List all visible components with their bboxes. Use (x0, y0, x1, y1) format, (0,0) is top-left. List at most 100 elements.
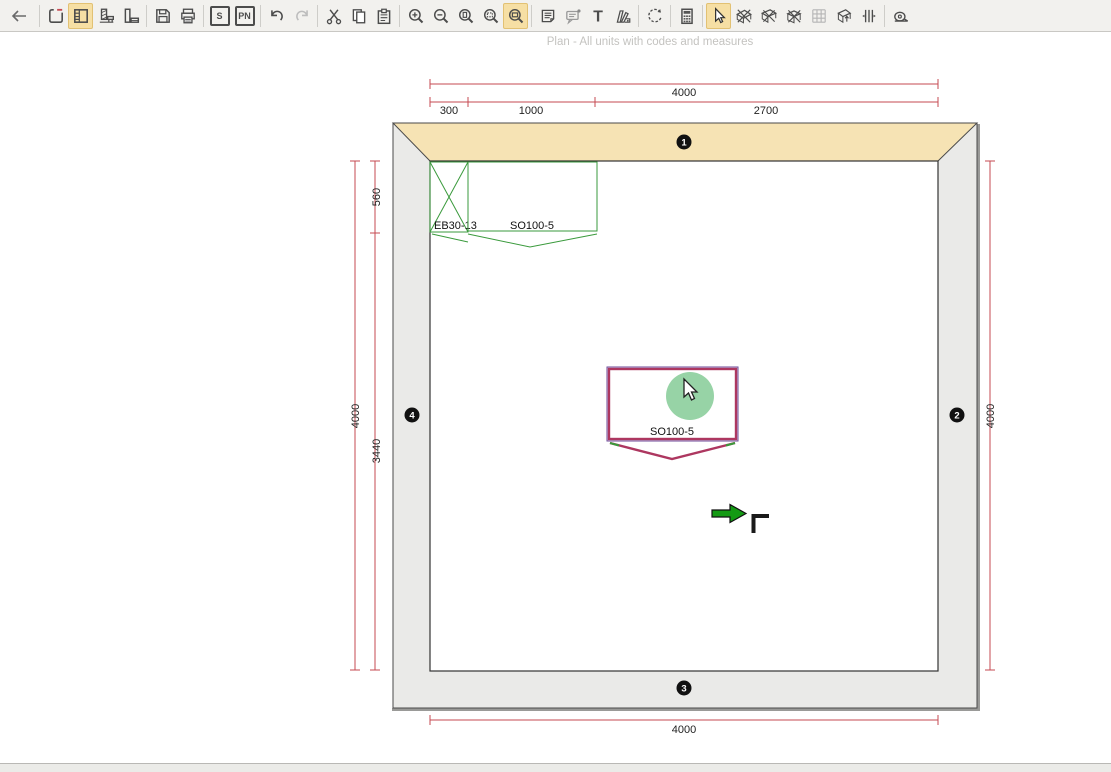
undo-button[interactable] (264, 3, 289, 29)
copy-icon (350, 7, 368, 25)
toolbar-separator (39, 5, 40, 27)
hide-units-2-icon (760, 7, 778, 25)
dim-bottom-total: 4000 (672, 724, 696, 736)
zoom-out-icon (432, 7, 450, 25)
parallel-walls-icon (860, 7, 878, 25)
measuring-tape-icon (892, 7, 910, 25)
zoom-in-icon (407, 7, 425, 25)
note-button[interactable] (535, 3, 560, 29)
s-mode-button[interactable]: S (207, 3, 232, 29)
toolbar-separator (260, 5, 261, 27)
svg-text:1: 1 (681, 138, 687, 149)
toolbar-separator (884, 5, 885, 27)
svg-text:3: 3 (681, 684, 686, 695)
dim-top-seg-300: 300 (440, 105, 458, 117)
main-toolbar: S PN T (0, 0, 1111, 32)
zoom-in-button[interactable] (403, 3, 428, 29)
room-outline-button[interactable] (43, 3, 68, 29)
toolbar-separator (399, 5, 400, 27)
redo-icon (293, 7, 311, 25)
toolbar-separator (203, 5, 204, 27)
svg-text:4: 4 (409, 411, 415, 422)
paste-icon (375, 7, 393, 25)
dim-left-total: 4000 (350, 404, 362, 428)
zoom-window-icon (507, 7, 525, 25)
grid-toggle-icon (810, 7, 828, 25)
dim-top-seg-1000: 1000 (519, 105, 543, 117)
unit-so100-5-wall-label: SO100-5 (510, 220, 554, 232)
wall-marker-3[interactable]: 3 (677, 681, 692, 696)
toolbar-separator (638, 5, 639, 27)
unit-eb30-13-label: EB30-13 (434, 220, 477, 232)
elevation-view-2-icon (122, 7, 140, 25)
wall-marker-4[interactable]: 4 (405, 408, 420, 423)
dim-top-seg-2700: 2700 (754, 105, 778, 117)
wall-visibility-icon (835, 7, 853, 25)
back-button[interactable] (4, 3, 34, 29)
pointer-button[interactable] (706, 3, 731, 29)
plan-view-button[interactable] (68, 3, 93, 29)
plan-view-icon (72, 7, 90, 25)
zoom-out-button[interactable] (428, 3, 453, 29)
zoom-actual-icon (457, 7, 475, 25)
redo-button[interactable] (289, 3, 314, 29)
toolbar-separator (670, 5, 671, 27)
wall-marker-1[interactable]: 1 (677, 135, 692, 150)
svg-text:2: 2 (954, 411, 959, 422)
pointer-icon (710, 7, 728, 25)
dim-left-seg-560: 560 (371, 188, 383, 206)
hide-units-1-icon (735, 7, 753, 25)
floor-plan: 4000 300 1000 2700 4000 560 3440 4000 40… (0, 46, 1111, 760)
text-tool-button[interactable]: T (585, 3, 610, 29)
print-button[interactable] (175, 3, 200, 29)
hide-units-3-icon (785, 7, 803, 25)
cut-button[interactable] (321, 3, 346, 29)
dim-left-seg-3440: 3440 (371, 439, 383, 463)
toolbar-separator (531, 5, 532, 27)
s-mode-label: S (210, 6, 230, 26)
hide-units-2-button[interactable] (756, 3, 781, 29)
measuring-tape-button[interactable] (888, 3, 913, 29)
elevation-view-2-button[interactable] (118, 3, 143, 29)
comment-button[interactable] (560, 3, 585, 29)
zoom-window-button[interactable] (503, 3, 528, 29)
cut-icon (325, 7, 343, 25)
save-button[interactable] (150, 3, 175, 29)
zoom-fit-button[interactable] (478, 3, 503, 29)
wall-marker-2[interactable]: 2 (950, 408, 965, 423)
color-palette-icon (614, 7, 632, 25)
pn-mode-label: PN (235, 6, 255, 26)
parallel-walls-button[interactable] (856, 3, 881, 29)
drawing-canvas[interactable]: Plan - All units with codes and measures… (0, 32, 1111, 772)
rotate-button[interactable] (642, 3, 667, 29)
unit-so100-5-selected-label: SO100-5 (650, 426, 694, 438)
hide-units-3-button[interactable] (781, 3, 806, 29)
elevation-view-1-icon (97, 7, 115, 25)
print-icon (179, 7, 197, 25)
hide-units-1-button[interactable] (731, 3, 756, 29)
grid-toggle-button[interactable] (806, 3, 831, 29)
pn-mode-button[interactable]: PN (232, 3, 257, 29)
dim-right-total: 4000 (985, 404, 997, 428)
color-palette-button[interactable] (610, 3, 635, 29)
status-bar (0, 763, 1111, 772)
back-arrow-icon (9, 8, 29, 24)
paste-button[interactable] (371, 3, 396, 29)
elevation-view-1-button[interactable] (93, 3, 118, 29)
toolbar-separator (146, 5, 147, 27)
rotate-icon (646, 7, 664, 25)
zoom-fit-icon (482, 7, 500, 25)
save-icon (154, 7, 172, 25)
dim-top-total: 4000 (672, 87, 696, 99)
text-tool-icon: T (589, 7, 607, 25)
comment-icon (564, 7, 582, 25)
copy-button[interactable] (346, 3, 371, 29)
note-icon (539, 7, 557, 25)
wall-visibility-button[interactable] (831, 3, 856, 29)
calculator-button[interactable] (674, 3, 699, 29)
undo-icon (268, 7, 286, 25)
room-outline-icon (47, 7, 65, 25)
toolbar-separator (702, 5, 703, 27)
svg-text:T: T (593, 8, 603, 24)
zoom-actual-button[interactable] (453, 3, 478, 29)
